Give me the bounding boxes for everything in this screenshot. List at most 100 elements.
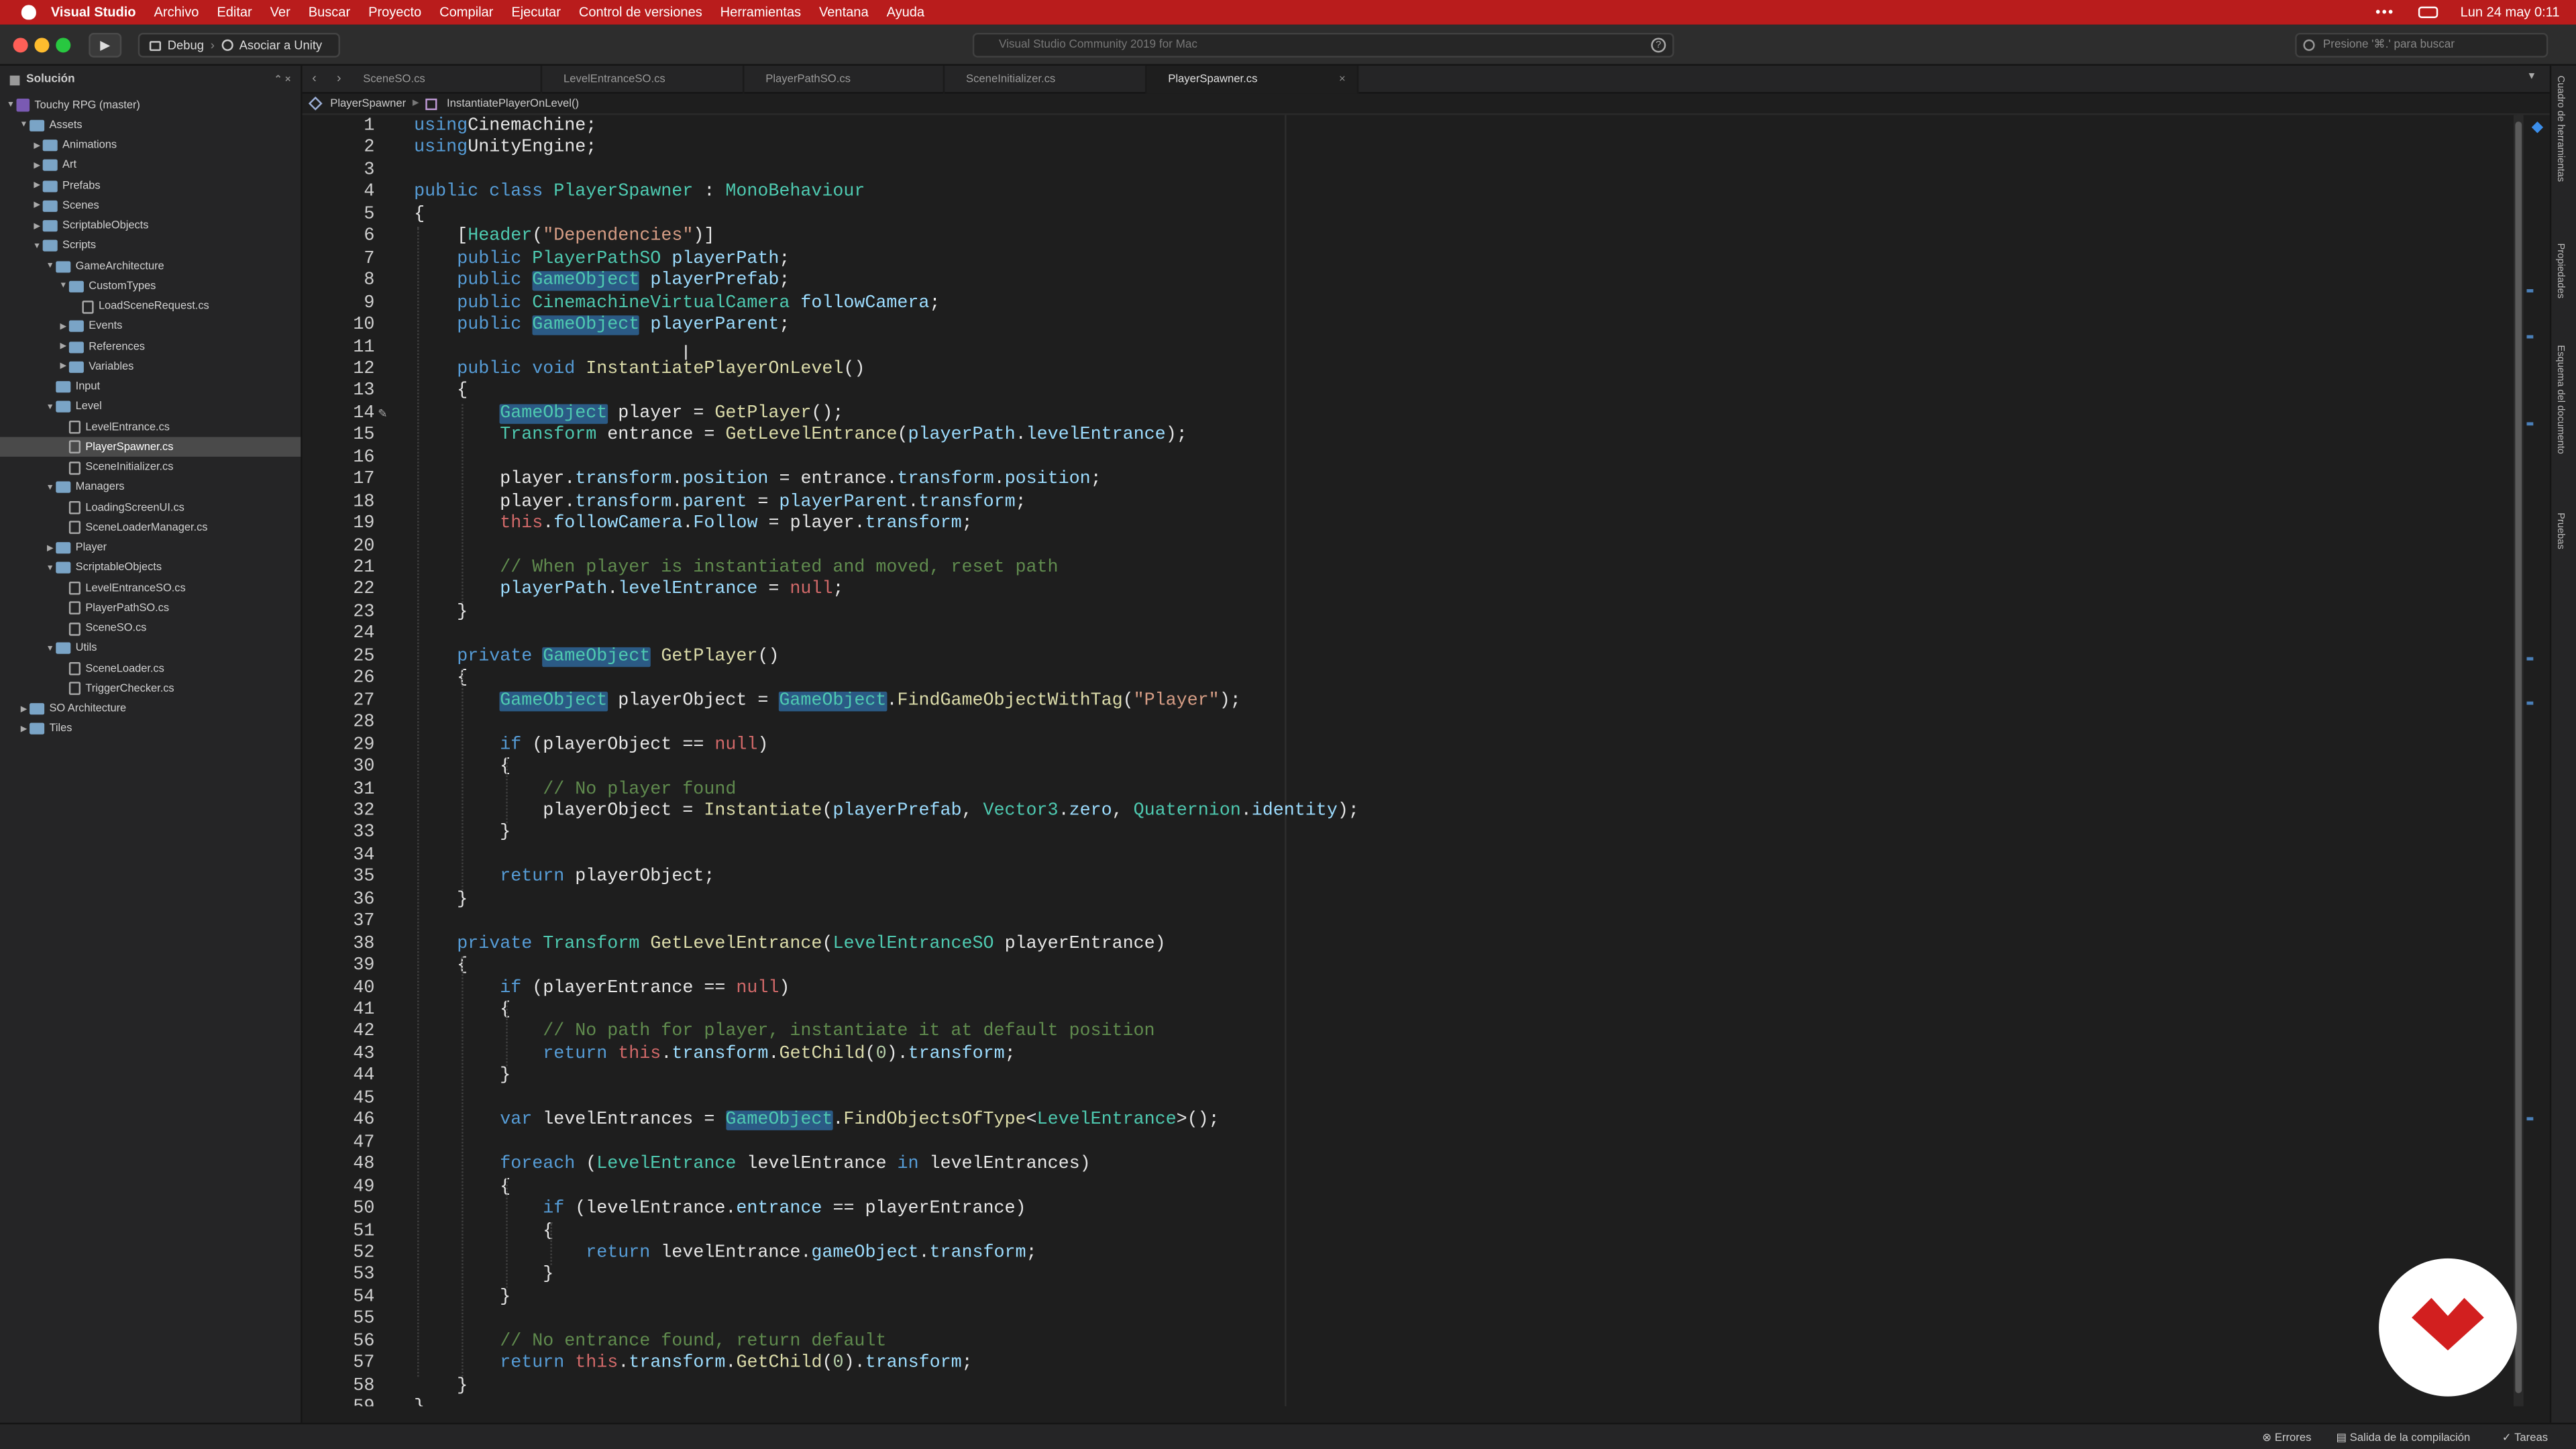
- tree-file[interactable]: SceneInitializer.cs: [0, 458, 301, 477]
- expand-arrow-icon[interactable]: ▼: [32, 236, 43, 256]
- tree-solution[interactable]: ▼ Touchy RPG (master): [0, 95, 301, 115]
- tree-folder[interactable]: ▶ Events: [0, 317, 301, 336]
- properties-pad-tab[interactable]: Propiedades: [2555, 243, 2565, 299]
- tree-folder[interactable]: ▼ Scripts: [0, 236, 301, 256]
- overview-ruler[interactable]: [2525, 115, 2550, 1406]
- collapse-arrow-icon[interactable]: ▶: [32, 136, 43, 155]
- menu-control-versiones[interactable]: Control de versiones: [579, 5, 702, 19]
- tree-file[interactable]: PlayerSpawner.cs: [0, 437, 301, 458]
- tree-file[interactable]: PlayerPathSO.cs: [0, 598, 301, 618]
- more-icon[interactable]: •••: [2375, 5, 2394, 19]
- tree-folder[interactable]: ▶ References: [0, 337, 301, 356]
- tab-level-entrance-so[interactable]: LevelEntranceSO.cs: [542, 65, 745, 94]
- menu-herramientas[interactable]: Herramientas: [720, 5, 801, 19]
- tree-file[interactable]: SceneLoader.cs: [0, 659, 301, 678]
- minimize-window-button[interactable]: [34, 38, 50, 53]
- editor-scrollbar[interactable]: [2513, 115, 2524, 1407]
- toolbox-pad-tab[interactable]: Cuadro de herramientas: [2555, 76, 2565, 182]
- tab-overflow-icon[interactable]: ▼: [2527, 72, 2537, 83]
- tree-file[interactable]: SceneLoaderManager.cs: [0, 518, 301, 537]
- close-tab-icon[interactable]: ×: [1339, 66, 1346, 94]
- collapse-arrow-icon[interactable]: ▶: [32, 216, 43, 235]
- collapse-arrow-icon[interactable]: ▶: [32, 176, 43, 195]
- expand-arrow-icon[interactable]: ▼: [44, 478, 56, 497]
- menu-ejecutar[interactable]: Ejecutar: [511, 5, 561, 19]
- tree-file[interactable]: LevelEntranceSO.cs: [0, 578, 301, 598]
- expand-arrow-icon[interactable]: ▼: [44, 256, 56, 276]
- tree-folder[interactable]: ▼ CustomTypes: [0, 276, 301, 296]
- errors-button[interactable]: ⊗ Errores: [2262, 1431, 2311, 1444]
- expand-arrow-icon[interactable]: ▼: [5, 95, 16, 115]
- tree-folder[interactable]: ▶ Tiles: [0, 719, 301, 739]
- app-name[interactable]: Visual Studio: [51, 5, 136, 19]
- search-input[interactable]: Presione '⌘.' para buscar: [2295, 32, 2548, 58]
- code-editor[interactable]: 1 usingCinemachine; 2 usingUnityEngine; 3 4 pu…: [302, 115, 2517, 1407]
- tab-scene-so[interactable]: SceneSO.cs: [341, 65, 543, 94]
- clock[interactable]: Lun 24 may 0:11: [2461, 5, 2560, 19]
- tree-folder[interactable]: ▶ Player: [0, 538, 301, 557]
- menu-buscar[interactable]: Buscar: [309, 5, 350, 19]
- collapse-arrow-icon[interactable]: ▶: [44, 538, 56, 557]
- tab-player-spawner[interactable]: PlayerSpawner.cs ×: [1146, 65, 1359, 94]
- solution-header: Solución ⌃ ×: [0, 66, 301, 94]
- document-outline-pad-tab[interactable]: Esquema del documento: [2555, 345, 2565, 454]
- info-icon[interactable]: ?: [1651, 38, 1666, 53]
- close-window-button[interactable]: [13, 38, 28, 53]
- tree-folder[interactable]: ▶ Scenes: [0, 196, 301, 215]
- pad-options-icon[interactable]: ⌃ ×: [274, 74, 290, 86]
- menu-ver[interactable]: Ver: [270, 5, 290, 19]
- collapse-arrow-icon[interactable]: ▶: [58, 337, 69, 356]
- expand-arrow-icon[interactable]: ▼: [58, 276, 69, 296]
- menu-archivo[interactable]: Archivo: [154, 5, 199, 19]
- tree-file[interactable]: SceneSO.cs: [0, 619, 301, 638]
- tree-folder[interactable]: ▶ SO Architecture: [0, 699, 301, 718]
- menu-editar[interactable]: Editar: [217, 5, 252, 19]
- tree-file[interactable]: LevelEntrance.cs: [0, 417, 301, 437]
- tree-folder[interactable]: ▶ Animations: [0, 136, 301, 155]
- tree-folder[interactable]: ▶ Art: [0, 156, 301, 175]
- run-button[interactable]: ▶: [89, 32, 122, 58]
- expand-arrow-icon[interactable]: ▼: [18, 115, 30, 135]
- collapse-arrow-icon[interactable]: ▶: [32, 156, 43, 175]
- quick-fix-icon[interactable]: ✎: [378, 407, 387, 421]
- tree-folder[interactable]: ▶ ScriptableObjects: [0, 216, 301, 235]
- collapse-arrow-icon[interactable]: ▶: [58, 317, 69, 336]
- menu-ayuda[interactable]: Ayuda: [887, 5, 925, 19]
- tree-file[interactable]: LoadSceneRequest.cs: [0, 297, 301, 316]
- tree-folder[interactable]: ▼ Assets: [0, 115, 301, 135]
- control-center-icon[interactable]: [2417, 6, 2438, 18]
- apple-icon[interactable]: [21, 5, 36, 20]
- forward-icon[interactable]: ›: [337, 70, 341, 85]
- tree-folder[interactable]: Input: [0, 377, 301, 396]
- maximize-window-button[interactable]: [56, 38, 71, 53]
- tree-folder[interactable]: ▼ Utils: [0, 639, 301, 658]
- breadcrumb-class[interactable]: PlayerSpawner: [330, 98, 406, 109]
- tab-scene-initializer[interactable]: SceneInitializer.cs: [945, 65, 1147, 94]
- tab-player-path-so[interactable]: PlayerPathSO.cs: [744, 65, 945, 94]
- tree-folder[interactable]: ▶ Prefabs: [0, 176, 301, 195]
- collapse-arrow-icon[interactable]: ▶: [32, 196, 43, 215]
- tests-pad-tab[interactable]: Pruebas: [2555, 513, 2565, 549]
- tree-folder[interactable]: ▼ Level: [0, 397, 301, 417]
- collapse-arrow-icon[interactable]: ▶: [18, 699, 30, 718]
- menu-compilar[interactable]: Compilar: [439, 5, 493, 19]
- tree-folder[interactable]: ▼ ScriptableObjects: [0, 558, 301, 578]
- expand-arrow-icon[interactable]: ▼: [44, 639, 56, 658]
- back-icon[interactable]: ‹: [312, 70, 317, 85]
- scrollbar-thumb[interactable]: [2515, 121, 2522, 1393]
- build-output-button[interactable]: ▤ Salida de la compilación: [2336, 1431, 2470, 1444]
- breadcrumb-method[interactable]: InstantiatePlayerOnLevel(): [447, 98, 579, 109]
- tree-file[interactable]: TriggerChecker.cs: [0, 679, 301, 698]
- tree-folder[interactable]: ▶ Variables: [0, 357, 301, 376]
- tree-folder[interactable]: ▼ Managers: [0, 478, 301, 497]
- collapse-arrow-icon[interactable]: ▶: [18, 719, 30, 739]
- tree-folder[interactable]: ▼ GameArchitecture: [0, 256, 301, 276]
- expand-arrow-icon[interactable]: ▼: [44, 397, 56, 417]
- run-configuration-selector[interactable]: Debug › Asociar a Unity: [138, 32, 340, 58]
- tasks-button[interactable]: ✓ Tareas: [2502, 1431, 2548, 1444]
- collapse-arrow-icon[interactable]: ▶: [58, 357, 69, 376]
- expand-arrow-icon[interactable]: ▼: [44, 558, 56, 578]
- tree-file[interactable]: LoadingScreenUI.cs: [0, 498, 301, 517]
- menu-ventana[interactable]: Ventana: [819, 5, 869, 19]
- menu-proyecto[interactable]: Proyecto: [368, 5, 421, 19]
